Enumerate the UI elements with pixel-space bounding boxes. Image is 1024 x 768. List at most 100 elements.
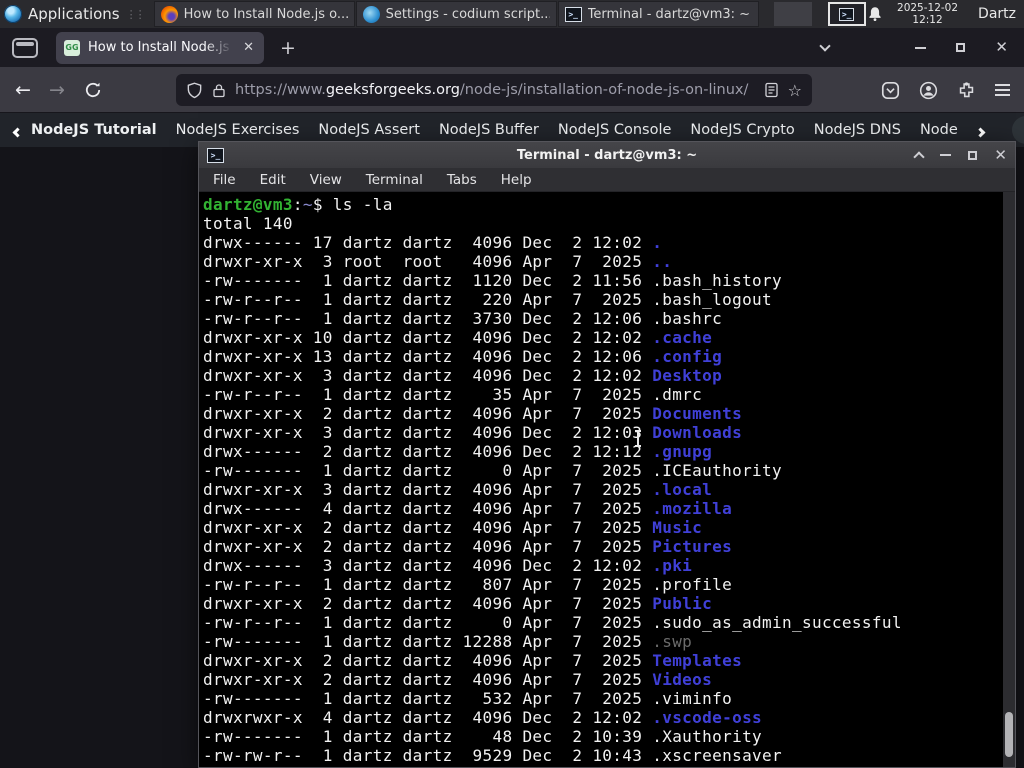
bookmark-star-icon[interactable]: ☆ <box>788 81 802 100</box>
window-maximize-button[interactable] <box>956 43 966 52</box>
terminal-listing-row: -rw------- 1 dartz dartz 1120 Dec 2 11:5… <box>203 271 1003 290</box>
mouse-text-cursor <box>635 430 641 447</box>
file-meta: -rw-r--r-- 1 dartz dartz 807 Apr 7 2025 <box>203 575 653 594</box>
forward-button[interactable]: → <box>40 79 74 101</box>
reload-button[interactable] <box>84 81 102 99</box>
pocket-save-icon[interactable] <box>881 81 900 100</box>
list-all-tabs-icon[interactable] <box>819 39 832 52</box>
file-meta: -rw-r--r-- 1 dartz dartz 220 Apr 7 2025 <box>203 290 653 309</box>
window-minimize-button[interactable] <box>915 46 927 49</box>
file-meta: drwxr-xr-x 3 dartz dartz 4096 Apr 7 2025 <box>203 480 653 499</box>
url-domain: geeksforgeeks.org <box>325 82 460 98</box>
nav-item-nodejs-console[interactable]: NodeJS Console <box>558 122 672 138</box>
terminal-menu-tabs[interactable]: Tabs <box>447 172 477 188</box>
terminal-maximize-button[interactable] <box>968 150 978 160</box>
file-meta: -rw-r--r-- 1 dartz dartz 35 Apr 7 2025 <box>203 385 653 404</box>
nav-item-node[interactable]: Node <box>920 122 958 138</box>
file-name: .bashrc <box>652 309 723 328</box>
nav-item-nodejs-crypto[interactable]: NodeJS Crypto <box>690 122 794 138</box>
new-tab-button[interactable]: + <box>280 37 296 59</box>
applications-menu-button[interactable]: Applications ⋮⋮ <box>0 0 154 28</box>
workspace-pager[interactable]: >_ <box>773 2 866 26</box>
account-icon[interactable] <box>919 81 938 100</box>
terminal-prompt-line: dartz@vm3:~$ ls -la <box>203 195 1003 214</box>
terminal-listing-row: drwx------ 4 dartz dartz 4096 Apr 7 2025… <box>203 499 1003 518</box>
terminal-window: >_ Terminal - dartz@vm3: ~ ✕ File Edit Vie… <box>198 141 1016 768</box>
terminal-menu-file[interactable]: File <box>213 172 236 188</box>
terminal-menu-view[interactable]: View <box>310 172 342 188</box>
file-name: Music <box>652 518 703 537</box>
file-name: .Xauthority <box>652 727 763 746</box>
panel-clock[interactable]: 2025-12-02 12:12 <box>897 2 958 26</box>
applications-menu-icon <box>4 5 22 23</box>
lock-icon[interactable] <box>212 83 226 98</box>
terminal-listing-row: -rw------- 1 dartz dartz 48 Dec 2 10:39 … <box>203 727 1003 746</box>
url-bar[interactable]: https://www.geeksforgeeks.org/node-js/in… <box>176 74 812 106</box>
nav-item-nodejs-tutorial[interactable]: NodeJS Tutorial <box>31 122 157 138</box>
terminal-listing-row: drwxr-xr-x 13 dartz dartz 4096 Dec 2 12:… <box>203 347 1003 366</box>
file-name: .. <box>652 252 673 271</box>
panel-window-title: Settings - codium script... <box>385 6 550 22</box>
terminal-listing-row: -rw-r--r-- 1 dartz dartz 0 Apr 7 2025 .s… <box>203 613 1003 632</box>
terminal-title-bar[interactable]: >_ Terminal - dartz@vm3: ~ ✕ <box>199 142 1015 168</box>
url-text[interactable]: https://www.geeksforgeeks.org/node-js/in… <box>235 82 755 98</box>
file-name: .mozilla <box>652 499 733 518</box>
nav-item-nodejs-exercises[interactable]: NodeJS Exercises <box>176 122 300 138</box>
file-name: .xscreensaver <box>652 746 783 765</box>
panel-window-button-terminal[interactable]: >_ Terminal - dartz@vm3: ~ <box>557 1 759 27</box>
file-name: Documents <box>652 404 743 423</box>
panel-window-title: Terminal - dartz@vm3: ~ <box>587 6 751 22</box>
file-meta: drwx------ 17 dartz dartz 4096 Dec 2 12:… <box>203 233 653 252</box>
terminal-total-line: total 140 <box>203 214 293 233</box>
panel-window-button-firefox[interactable]: How to Install Node.js o... <box>153 1 355 27</box>
file-meta: -rw------- 1 dartz dartz 1120 Dec 2 11:5… <box>203 271 653 290</box>
nav-scroll-left-icon[interactable] <box>12 121 23 140</box>
file-meta: drwxr-xr-x 2 dartz dartz 4096 Apr 7 2025 <box>203 537 653 556</box>
panel-grip-handle: ⋮⋮ <box>125 7 146 21</box>
firefox-view-icon[interactable] <box>12 37 38 58</box>
applications-menu-label: Applications <box>28 5 120 23</box>
file-meta: drwx------ 2 dartz dartz 4096 Dec 2 12:1… <box>203 442 653 461</box>
file-name: .bash_history <box>652 271 783 290</box>
tracking-shield-icon[interactable] <box>186 82 203 99</box>
terminal-minimize-button[interactable] <box>940 154 952 156</box>
file-meta: drwxr-xr-x 2 dartz dartz 4096 Apr 7 2025 <box>203 594 653 613</box>
terminal-shade-button[interactable] <box>913 151 926 163</box>
file-meta: drwxr-xr-x 3 dartz dartz 4096 Dec 2 12:0… <box>203 423 653 442</box>
sign-in-button[interactable]: Sign In <box>1011 116 1024 144</box>
terminal-output[interactable]: dartz@vm3:~$ ls -la total 140 drwx------ 1… <box>199 192 1003 767</box>
url-path: /node-js/installation-of-node-js-on-linu… <box>459 82 749 98</box>
tab-close-icon[interactable]: ✕ <box>241 40 256 55</box>
terminal-menu-bar: File Edit View Terminal Tabs Help <box>199 168 1015 192</box>
nav-item-nodejs-assert[interactable]: NodeJS Assert <box>318 122 420 138</box>
notification-bell-icon[interactable] <box>867 5 883 23</box>
file-name: .bash_logout <box>652 290 773 309</box>
reader-mode-icon[interactable] <box>764 82 779 98</box>
file-meta: -rw-r--r-- 1 dartz dartz 3730 Dec 2 12:0… <box>203 309 653 328</box>
extensions-puzzle-icon[interactable] <box>957 81 976 100</box>
window-close-button[interactable]: ✕ <box>995 40 1008 55</box>
file-name: Videos <box>652 670 713 689</box>
workspace-1[interactable] <box>773 2 812 26</box>
terminal-menu-help[interactable]: Help <box>501 172 532 188</box>
workspace-2-active[interactable]: >_ <box>827 2 866 26</box>
nav-item-nodejs-dns[interactable]: NodeJS DNS <box>814 122 901 138</box>
nav-scroll-right-icon[interactable] <box>975 121 986 140</box>
terminal-close-button[interactable]: ✕ <box>994 147 1007 163</box>
nav-item-nodejs-buffer[interactable]: NodeJS Buffer <box>439 122 539 138</box>
back-button[interactable]: ← <box>6 79 40 101</box>
terminal-command: ls -la <box>332 195 393 214</box>
terminal-menu-terminal[interactable]: Terminal <box>366 172 423 188</box>
terminal-listing-row: -rw-rw-r-- 1 dartz dartz 9529 Dec 2 10:4… <box>203 746 1003 765</box>
codium-icon <box>362 5 380 23</box>
terminal-listing-row: -rw-r--r-- 1 dartz dartz 807 Apr 7 2025 … <box>203 575 1003 594</box>
terminal-menu-edit[interactable]: Edit <box>260 172 286 188</box>
terminal-scrollbar-thumb[interactable] <box>1005 712 1013 757</box>
file-meta: -rw-rw-r-- 1 dartz dartz 9529 Dec 2 10:4… <box>203 746 653 765</box>
panel-window-button-codium[interactable]: Settings - codium script... <box>355 1 557 27</box>
browser-tab-active[interactable]: GG How to Install Node.js on ✕ <box>56 31 264 64</box>
menu-hamburger-icon[interactable] <box>995 81 1010 99</box>
terminal-scrollbar[interactable] <box>1003 192 1015 767</box>
firefox-icon <box>160 5 178 23</box>
file-name: Public <box>652 594 713 613</box>
